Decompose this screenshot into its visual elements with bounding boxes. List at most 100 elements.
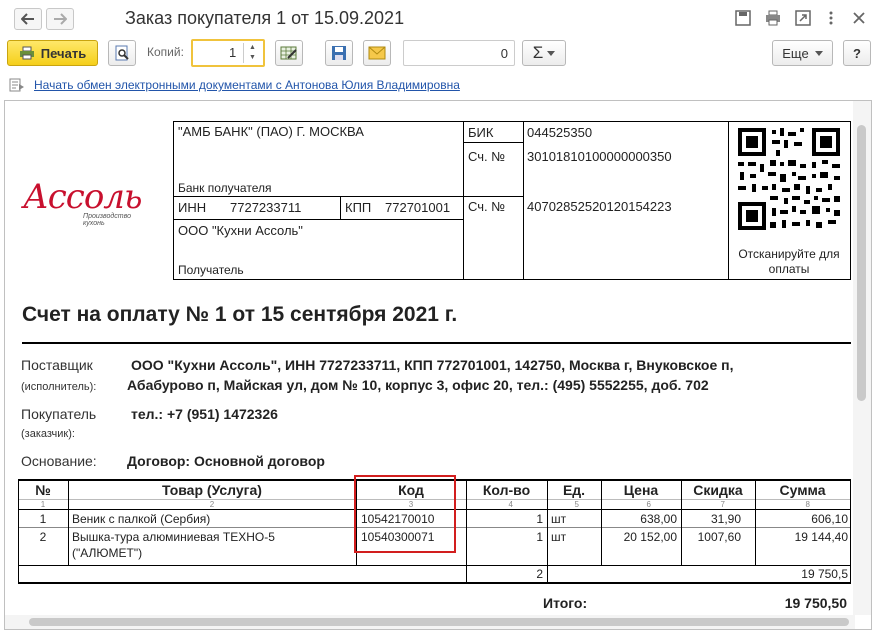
print-window-icon[interactable] xyxy=(764,9,782,27)
help-label: ? xyxy=(853,45,861,61)
total-qty: 2 xyxy=(536,567,543,581)
copies-spinner[interactable]: ▲ ▼ xyxy=(243,43,261,63)
total-sum-cell: 19 750,5 xyxy=(801,567,848,581)
copies-value: 1 xyxy=(229,45,237,60)
grid-line xyxy=(463,121,464,280)
invoice-heading: Счет на оплату № 1 от 15 сентября 2021 г… xyxy=(22,303,458,326)
link-icon[interactable] xyxy=(794,9,812,27)
total-value: 19 750,50 xyxy=(784,595,847,611)
document-preview[interactable]: Ассоль Производство кухонь "АМБ БАНК" (П… xyxy=(4,100,872,630)
arrow-left-icon xyxy=(21,13,34,25)
save-window-icon[interactable] xyxy=(734,9,752,27)
printer-icon xyxy=(19,46,34,60)
row-unit: шт xyxy=(551,530,567,544)
bank-name: "АМБ БАНК" (ПАО) Г. МОСКВА xyxy=(178,124,364,139)
edit-table-button[interactable] xyxy=(275,40,303,66)
row-name: Вышка-тура алюминиевая ТЕХНО-5 xyxy=(72,530,275,544)
buyer-label: Покупатель xyxy=(21,406,97,422)
row-sum: 19 144,40 xyxy=(794,530,848,544)
column-number: 2 xyxy=(209,500,215,509)
sum-number-field[interactable]: 0 xyxy=(403,40,515,66)
table-header: Цена xyxy=(623,482,659,498)
copies-input[interactable]: 1 ▲ ▼ xyxy=(191,39,265,67)
code-column-highlight xyxy=(354,475,456,553)
grid-line xyxy=(463,142,523,143)
supplier-line2: Абабурово п, Майская ул, дом № 10, корпу… xyxy=(127,377,709,393)
corr-account-label: Сч. № xyxy=(468,149,506,164)
inn-value: 7727233711 xyxy=(230,200,302,215)
bik-label: БИК xyxy=(468,125,494,140)
grid-line xyxy=(523,121,524,280)
row-qty: 1 xyxy=(536,512,543,526)
row-unit: шт xyxy=(551,512,567,526)
copies-label: Копий: xyxy=(147,45,184,59)
sum-button[interactable]: Σ xyxy=(522,40,566,66)
window-title: Заказ покупателя 1 от 15.09.2021 xyxy=(125,8,405,28)
forward-button[interactable] xyxy=(46,8,74,30)
row-price: 638,00 xyxy=(640,512,677,526)
column-number: 6 xyxy=(646,500,651,509)
kpp-label: КПП xyxy=(345,200,372,215)
supplier-label: Поставщик xyxy=(21,357,93,373)
recipient-name: ООО "Кухни Ассоль" xyxy=(178,223,303,238)
row-qty: 1 xyxy=(536,530,543,544)
column-number: 7 xyxy=(720,500,725,509)
arrow-right-icon xyxy=(54,13,67,25)
total-label: Итого: xyxy=(543,595,588,611)
recipient-label: Получатель xyxy=(178,263,244,277)
more-button[interactable]: Еще xyxy=(772,40,833,66)
supplier-sublabel: (исполнитель): xyxy=(21,381,97,393)
scroll-thumb[interactable] xyxy=(29,618,849,626)
table-header: Сумма xyxy=(779,482,826,498)
document-exchange-icon xyxy=(9,78,24,92)
scroll-thumb[interactable] xyxy=(857,125,866,401)
grid-line xyxy=(340,196,341,219)
heading-underline xyxy=(22,342,851,344)
more-label: Еще xyxy=(782,45,809,61)
row-number: 1 xyxy=(39,512,47,526)
preview-button[interactable] xyxy=(108,40,136,66)
row-sum: 606,10 xyxy=(811,512,848,526)
qr-code xyxy=(736,126,842,232)
corr-account-value: 30101810100000000350 xyxy=(527,149,672,164)
print-button[interactable]: Печать xyxy=(7,40,98,66)
row-number: 2 xyxy=(39,530,47,544)
grid-line xyxy=(173,219,463,220)
bik-value: 044525350 xyxy=(527,125,593,140)
buyer-value: тел.: +7 (951) 1472326 xyxy=(131,406,278,422)
grid-line xyxy=(173,196,523,197)
back-button[interactable] xyxy=(14,8,42,30)
account-value: 40702852520120154223 xyxy=(527,199,672,214)
send-email-button[interactable] xyxy=(363,40,391,66)
table-header: Кол-во xyxy=(482,482,531,498)
row-name-continued: ("АЛЮМЕТ") xyxy=(72,546,143,560)
grid-line xyxy=(173,279,851,280)
more-vertical-icon[interactable] xyxy=(822,9,840,27)
vertical-scrollbar[interactable] xyxy=(853,101,871,615)
grid-line xyxy=(173,121,728,122)
table-header: Скидка xyxy=(693,482,743,498)
account-label: Сч. № xyxy=(468,199,506,214)
grid-line xyxy=(18,582,851,584)
company-logo: Ассоль Производство кухонь xyxy=(23,177,142,227)
qr-caption: Отсканируйте для оплаты xyxy=(738,247,840,276)
title-bar: Заказ покупателя 1 от 15.09.2021 xyxy=(0,0,882,38)
bank-label: Банк получателя xyxy=(178,181,272,195)
preview-icon xyxy=(115,45,129,61)
table-header: Товар (Услуга) xyxy=(162,482,262,498)
help-button[interactable]: ? xyxy=(843,40,871,66)
edo-link[interactable]: Начать обмен электронными документами с … xyxy=(34,78,460,92)
grid-line xyxy=(850,479,851,583)
inn-label: ИНН xyxy=(178,200,207,215)
column-number: 4 xyxy=(508,500,513,509)
table-header: № xyxy=(35,482,51,498)
grid-line xyxy=(18,565,851,566)
sum-label: Σ xyxy=(532,43,544,62)
horizontal-scrollbar[interactable] xyxy=(5,615,855,629)
save-button[interactable] xyxy=(325,40,353,66)
close-icon[interactable] xyxy=(850,9,868,27)
grid-line xyxy=(850,121,851,280)
row-discount: 31,90 xyxy=(710,512,741,526)
row-price: 20 152,00 xyxy=(623,530,677,544)
grid-line xyxy=(173,121,174,280)
